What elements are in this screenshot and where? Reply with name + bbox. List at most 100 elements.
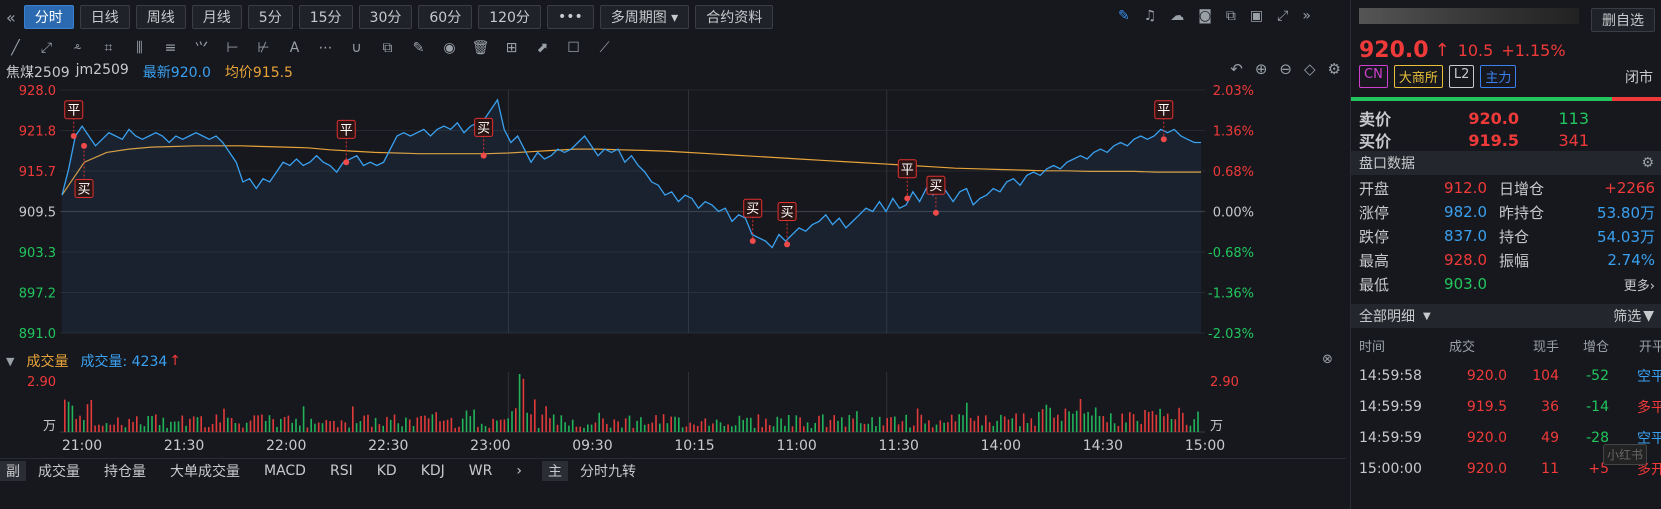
- volume-bar: [117, 417, 119, 432]
- volume-bar: [988, 422, 991, 432]
- detail-title[interactable]: 全部明细: [1359, 306, 1415, 326]
- last-price: 920.0: [1359, 38, 1429, 63]
- volume-bar: [954, 421, 957, 432]
- panel-settings-icon[interactable]: ⚙: [1641, 155, 1654, 171]
- volume-bar: [147, 416, 149, 432]
- volume-bar: [1057, 414, 1059, 432]
- volume-bar: [780, 418, 782, 432]
- volume-bar: [1079, 399, 1082, 432]
- volume-bar: [515, 408, 517, 432]
- collapse-volume-icon[interactable]: ▼: [6, 355, 14, 368]
- volume-bar: [863, 423, 866, 432]
- volume-bar: [1068, 411, 1070, 432]
- trade-marker-label: 平: [67, 104, 80, 119]
- volume-bar: [139, 424, 142, 432]
- volume-bar: [79, 415, 81, 432]
- volume-bar: [302, 406, 305, 432]
- panel-row: 最高 928.0 振幅 2.74%: [1359, 248, 1655, 272]
- volume-bar: [306, 427, 309, 432]
- oi-label: 持仓: [1499, 227, 1530, 246]
- cell: 多平: [1637, 400, 1661, 416]
- volume-bar: [261, 414, 263, 432]
- trade-marker-label: 买: [477, 121, 490, 136]
- volume-bar: [632, 427, 635, 432]
- volume-bar: [227, 417, 229, 432]
- volume-bar: [966, 402, 968, 432]
- volume-bar: [67, 401, 70, 432]
- more-link[interactable]: 更多›: [1577, 275, 1655, 294]
- volume-bar: [1185, 424, 1188, 432]
- y-tick-label: 909.5: [19, 206, 56, 221]
- bid-label: 买价: [1359, 132, 1392, 151]
- volume-bar: [913, 425, 915, 432]
- volume-bar: [170, 421, 172, 432]
- volume-bar: [609, 427, 612, 432]
- volume-bar: [420, 415, 422, 432]
- volume-bar: [336, 427, 339, 432]
- volume-bar: [181, 415, 184, 432]
- volume-bar: [556, 424, 559, 432]
- col-oi-change: 增仓: [1582, 339, 1609, 355]
- volume-bar: [602, 418, 604, 432]
- volume-bar: [541, 414, 544, 432]
- volume-bar: [253, 415, 256, 432]
- volume-bar: [678, 417, 680, 432]
- detail-header: 全部明细 ▼ 筛选 ▼: [1351, 304, 1661, 328]
- volume-bar: [295, 418, 297, 432]
- main-label: 主: [541, 461, 568, 481]
- pct-tick-label: 0.00%: [1213, 206, 1254, 221]
- price-chart[interactable]: 928.0 2.03% 921.8 1.36% 915.7 0.68% 909.5 0.00%…: [0, 0, 1346, 460]
- volume-bar: [981, 425, 983, 432]
- tab-nine-turn[interactable]: 分时九转: [568, 461, 648, 481]
- y-tick-label: 921.8: [19, 125, 56, 140]
- tab-large-volume[interactable]: 大单成交量: [158, 461, 252, 481]
- volume-bar: [969, 417, 972, 432]
- tab-wr[interactable]: WR: [457, 463, 505, 479]
- indicator-tabs: 副 成交量 持仓量 大单成交量 MACD RSI KD KDJ WR › 主 分…: [0, 458, 1346, 483]
- volume-bar: [624, 418, 627, 432]
- filter-icon[interactable]: ▼: [1643, 308, 1654, 324]
- volume-bar: [200, 416, 202, 432]
- volume-bar: [1144, 410, 1146, 432]
- add-watch-button[interactable]: 删自选: [1591, 8, 1655, 32]
- volume-bar: [651, 422, 654, 432]
- tab-macd[interactable]: MACD: [252, 463, 318, 479]
- open-label: 开盘: [1359, 179, 1390, 198]
- trade-marker-dot: [81, 142, 88, 149]
- x-tick-label: 09:30: [572, 438, 612, 454]
- volume-bar: [283, 417, 286, 432]
- amplitude-label: 振幅: [1499, 251, 1530, 270]
- volume-bar: [920, 414, 923, 432]
- volume-tick-label: 2.90: [27, 375, 56, 390]
- volume-bar: [708, 425, 710, 432]
- tab-kdj[interactable]: KDJ: [409, 463, 457, 479]
- pct-tick-label: -2.03%: [1208, 327, 1254, 342]
- cell: +5: [1588, 461, 1609, 477]
- volume-bar: [939, 420, 942, 432]
- filter-button[interactable]: 筛选: [1613, 306, 1641, 326]
- tab-rsi[interactable]: RSI: [318, 463, 365, 479]
- tab-kd[interactable]: KD: [365, 463, 409, 479]
- volume-bar: [507, 418, 509, 432]
- tab-volume[interactable]: 成交量: [26, 461, 92, 481]
- volume-bar: [712, 423, 714, 432]
- volume-bar: [1075, 410, 1078, 432]
- volume-bar: [211, 423, 214, 432]
- amplitude-value: 2.74%: [1607, 251, 1655, 269]
- volume-bar: [162, 417, 165, 432]
- volume-bar: [734, 425, 737, 432]
- high-value: 928.0: [1444, 251, 1487, 269]
- volume-bar: [435, 412, 437, 432]
- volume-bar: [446, 419, 449, 432]
- volume-bar: [537, 428, 540, 432]
- detail-dropdown-icon[interactable]: ▼: [1423, 311, 1431, 322]
- volume-bar: [973, 420, 976, 432]
- close-volume-icon[interactable]: ⊗: [1322, 352, 1333, 367]
- volume-bar: [173, 421, 176, 432]
- tab-open-interest[interactable]: 持仓量: [92, 461, 158, 481]
- tabs-next-icon[interactable]: ›: [504, 463, 534, 479]
- volume-bar: [685, 426, 688, 432]
- volume-bar: [223, 408, 225, 432]
- volume-bar: [71, 405, 74, 432]
- volume-bar: [806, 422, 809, 432]
